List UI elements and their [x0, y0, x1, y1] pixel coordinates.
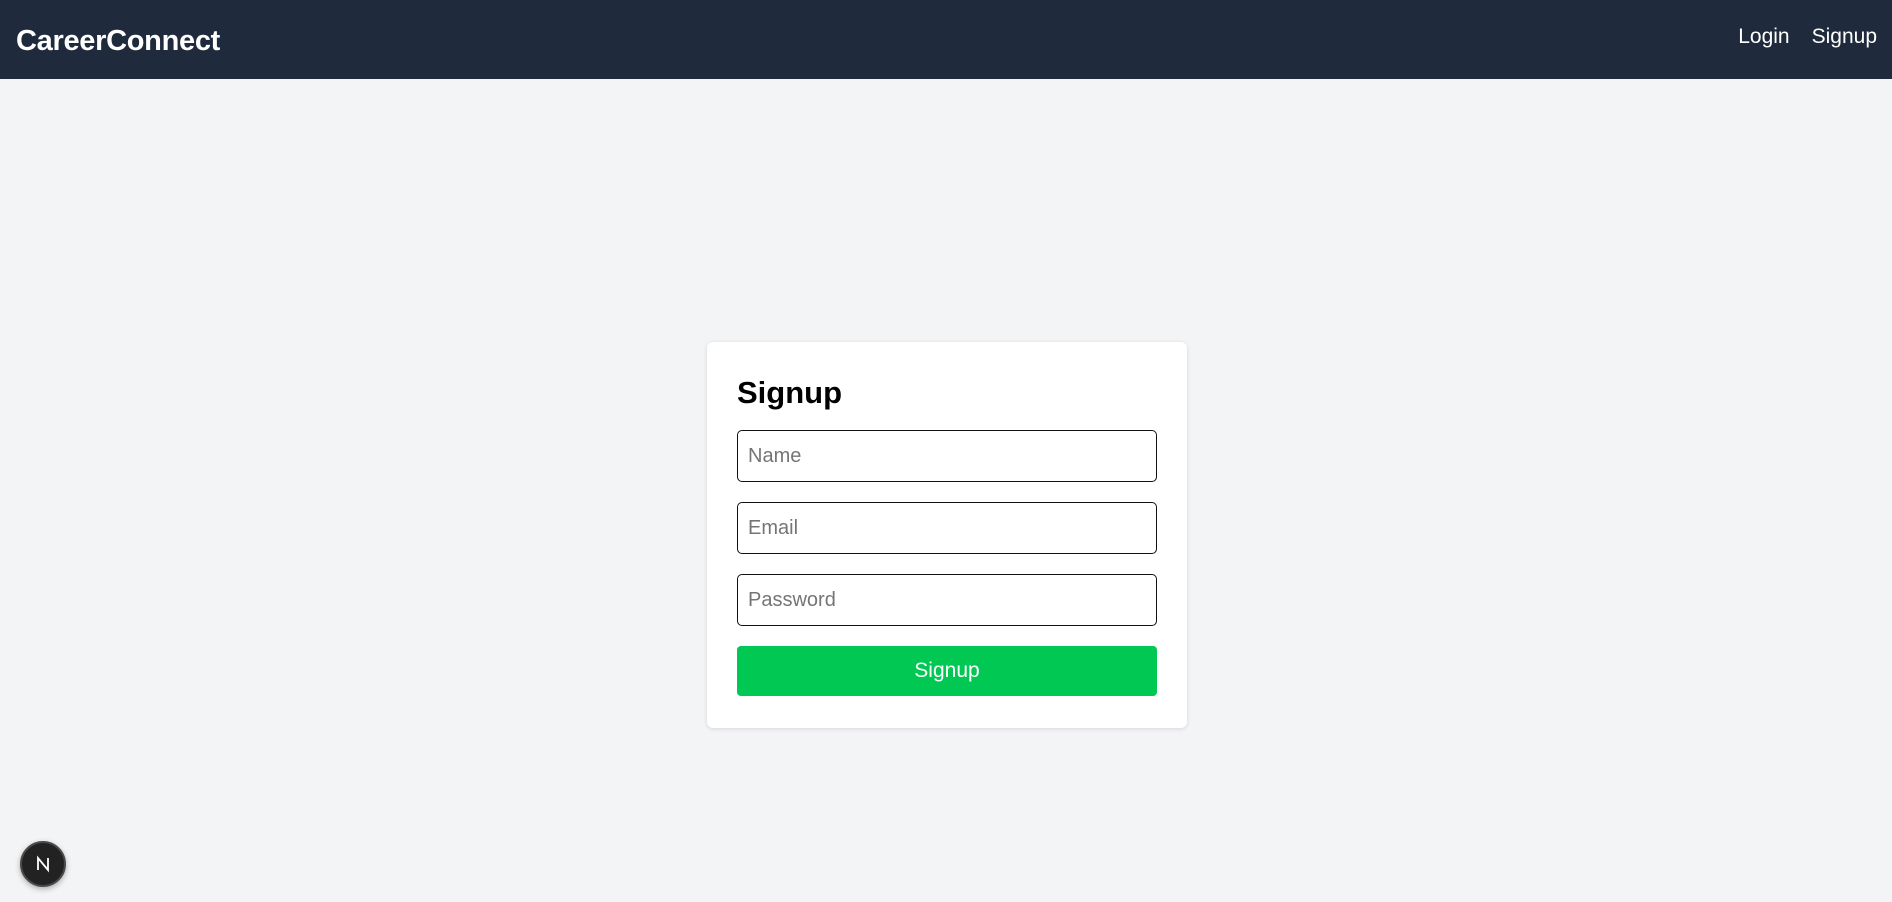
nav-login-link[interactable]: Login — [1738, 25, 1789, 49]
nav-links: Login Signup — [1738, 25, 1877, 49]
nav-signup-link[interactable]: Signup — [1812, 25, 1877, 49]
email-input[interactable] — [737, 502, 1157, 554]
nextjs-dev-indicator[interactable] — [20, 841, 66, 887]
signup-title: Signup — [737, 375, 843, 410]
top-navbar: CareerConnect Login Signup — [0, 0, 1892, 79]
signup-card: Signup Signup — [707, 342, 1187, 728]
nextjs-logo-icon — [37, 855, 49, 873]
password-input[interactable] — [737, 574, 1157, 626]
signup-submit-button[interactable]: Signup — [737, 646, 1157, 696]
brand-logo[interactable]: CareerConnect — [16, 25, 220, 58]
name-input[interactable] — [737, 430, 1157, 482]
